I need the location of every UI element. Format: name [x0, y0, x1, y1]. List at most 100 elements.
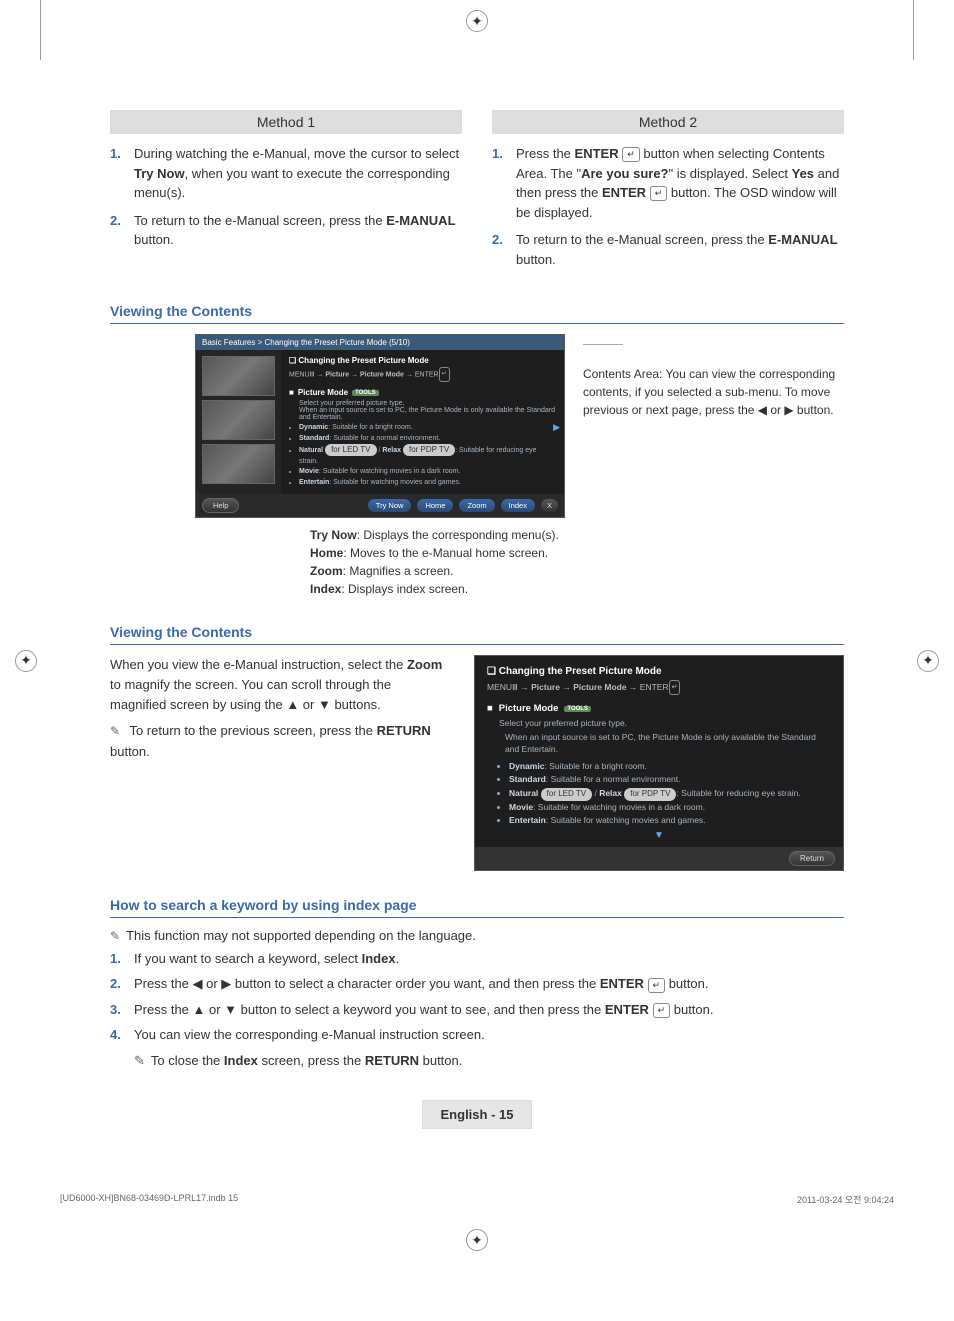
- help-button[interactable]: Help: [202, 498, 239, 513]
- howto-s4-a: You can view the corresponding e-Manual …: [134, 1027, 485, 1042]
- ui1-dynamic-label: Dynamic: [299, 424, 328, 431]
- ui2-standard-text: : Suitable for a normal environment.: [546, 774, 681, 784]
- m2-step1-a: Press the: [516, 146, 575, 161]
- ui2-dynamic-text: : Suitable for a bright room.: [544, 761, 647, 771]
- m2-step2-emanual: E-MANUAL: [768, 232, 837, 247]
- pdp-badge: for PDP TV: [403, 444, 455, 456]
- zoom-button[interactable]: Zoom: [459, 499, 494, 512]
- ui2-path-enter: ENTER: [640, 682, 669, 692]
- contents-area-description: Contents Area: You can view the correspo…: [583, 345, 844, 419]
- m2-step2-c: button.: [516, 252, 556, 267]
- tools-tag: TOOLS: [564, 706, 591, 712]
- howto-s1-num: 1.: [110, 949, 134, 969]
- howto-s3-c: button.: [670, 1002, 713, 1017]
- m1-step2-text-a: To return to the e-Manual screen, press …: [134, 213, 386, 228]
- ui1-path-picture: Picture: [325, 371, 349, 378]
- arrow-icon: →: [351, 371, 360, 378]
- close-note-a: To close the: [151, 1053, 224, 1068]
- page-number: English - 15: [422, 1100, 533, 1129]
- howto-s1-a: If you want to search a keyword, select: [134, 951, 362, 966]
- thumbnail-image[interactable]: [202, 400, 275, 440]
- chevron-right-icon[interactable]: ▶: [553, 422, 560, 433]
- trynow-button[interactable]: Try Now: [368, 499, 412, 512]
- zoom-note-return: RETURN: [377, 723, 431, 738]
- howto-s1-index: Index: [362, 951, 396, 966]
- m1-step2-num: 2.: [110, 211, 134, 250]
- howto-s3-enter: ENTER: [605, 1002, 649, 1017]
- home-button[interactable]: Home: [417, 499, 453, 512]
- ui1-dynamic-text: : Suitable for a bright room.: [328, 424, 412, 431]
- howto-s3-num: 3.: [110, 1000, 134, 1020]
- ui1-thumbnail-sidebar: [196, 350, 281, 494]
- m2-step1-enter: ENTER: [575, 146, 619, 161]
- howto-s2-c: button.: [665, 976, 708, 991]
- howto-s1-c: .: [396, 951, 400, 966]
- chevron-down-icon[interactable]: ▼: [487, 830, 831, 841]
- zoom-para-b: Zoom: [407, 657, 442, 672]
- ui1-standard-label: Standard: [299, 435, 329, 442]
- howto-s4-num: 4.: [110, 1025, 134, 1045]
- ui2-path-picture: Picture: [531, 682, 560, 692]
- howto-s3-a: Press the ▲ or ▼ button to select a keyw…: [134, 1002, 605, 1017]
- close-note-c: screen, press the: [258, 1053, 365, 1068]
- ui2-movie-label: Movie: [509, 802, 533, 812]
- m1-step1-trynow: Try Now: [134, 166, 185, 181]
- index-button[interactable]: Index: [501, 499, 535, 512]
- howto-s2-num: 2.: [110, 974, 134, 994]
- thumbnail-image[interactable]: [202, 444, 275, 484]
- enter-icon: ↵: [622, 147, 640, 162]
- ui2-relax-label: Relax: [599, 788, 622, 798]
- close-button[interactable]: X: [541, 499, 558, 512]
- ui1-standard-text: : Suitable for a normal environment.: [329, 435, 440, 442]
- ui1-content-area: ❏ Changing the Preset Picture Mode MENUⅢ…: [281, 350, 564, 494]
- ui1-pc-note: When an input source is set to PC, the P…: [299, 407, 556, 421]
- section-viewing-contents-2: Viewing the Contents: [110, 624, 844, 645]
- ui1-natural-label: Natural: [299, 447, 323, 454]
- ui1-path-menu: MENU: [289, 371, 310, 378]
- ui2-entertain-text: : Suitable for watching movies and games…: [546, 815, 706, 825]
- indd-timestamp: 2011-03-24 오전 9:04:24: [797, 1193, 894, 1206]
- howto-s2-a: Press the ◀ or ▶ button to select a char…: [134, 976, 600, 991]
- return-button[interactable]: Return: [789, 851, 835, 866]
- ui1-path-enter: ENTER: [415, 371, 439, 378]
- zoom-para-c: to magnify the screen. You can scroll th…: [110, 677, 391, 712]
- led-badge: for LED TV: [541, 788, 592, 801]
- ui1-path-pm: Picture Mode: [360, 371, 404, 378]
- ui1-relax-label: Relax: [382, 447, 401, 454]
- ui2-path-menu: MENU: [487, 682, 512, 692]
- zoom-note-a: To return to the previous screen, press …: [129, 723, 376, 738]
- caption-index-label: Index: [310, 582, 341, 596]
- ui1-movie-text: : Suitable for watching movies in a dark…: [319, 468, 461, 475]
- method1-header: Method 1: [110, 110, 462, 134]
- enter-icon: ↵: [648, 978, 666, 993]
- methods-row: Method 1 1. During watching the e-Manual…: [110, 110, 844, 277]
- ui1-entertain-label: Entertain: [299, 479, 329, 486]
- m2-step1-num: 1.: [492, 144, 516, 222]
- enter-icon: ↵: [653, 1003, 671, 1018]
- caption-trynow-text: : Displays the corresponding menu(s).: [357, 528, 559, 542]
- arrow-icon: →: [406, 371, 415, 378]
- ui1-breadcrumb: Basic Features > Changing the Preset Pic…: [196, 335, 564, 350]
- m2-step2-a: To return to the e-Manual screen, press …: [516, 232, 768, 247]
- method2-header: Method 2: [492, 110, 844, 134]
- m2-step1-sure: Are you sure?: [581, 166, 668, 181]
- m1-step2-text-c: button.: [134, 232, 174, 247]
- ui2-entertain-label: Entertain: [509, 815, 546, 825]
- zoom-para-a: When you view the e-Manual instruction, …: [110, 657, 407, 672]
- caption-home-text: : Moves to the e-Manual home screen.: [343, 546, 548, 560]
- caption-zoom-text: : Magnifies a screen.: [343, 564, 454, 578]
- caption-home-label: Home: [310, 546, 343, 560]
- ui2-movie-text: : Suitable for watching movies in a dark…: [533, 802, 705, 812]
- m2-step2-num: 2.: [492, 230, 516, 269]
- ui2-dynamic-label: Dynamic: [509, 761, 544, 771]
- ui2-path-pm: Picture Mode: [573, 682, 626, 692]
- ui1-footer-captions: Try Now: Displays the corresponding menu…: [310, 526, 844, 598]
- ui2-pc-note: When an input source is set to PC, the P…: [505, 732, 831, 756]
- ui1-content-title: Changing the Preset Picture Mode: [298, 356, 428, 365]
- note-icon: ✎: [134, 1051, 145, 1071]
- thumbnail-image[interactable]: [202, 356, 275, 396]
- ui1-entertain-text: : Suitable for watching movies and games…: [329, 479, 461, 486]
- m2-step1-enter2: ENTER: [602, 185, 646, 200]
- caption-trynow-label: Try Now: [310, 528, 357, 542]
- enter-icon: ↵: [439, 367, 450, 382]
